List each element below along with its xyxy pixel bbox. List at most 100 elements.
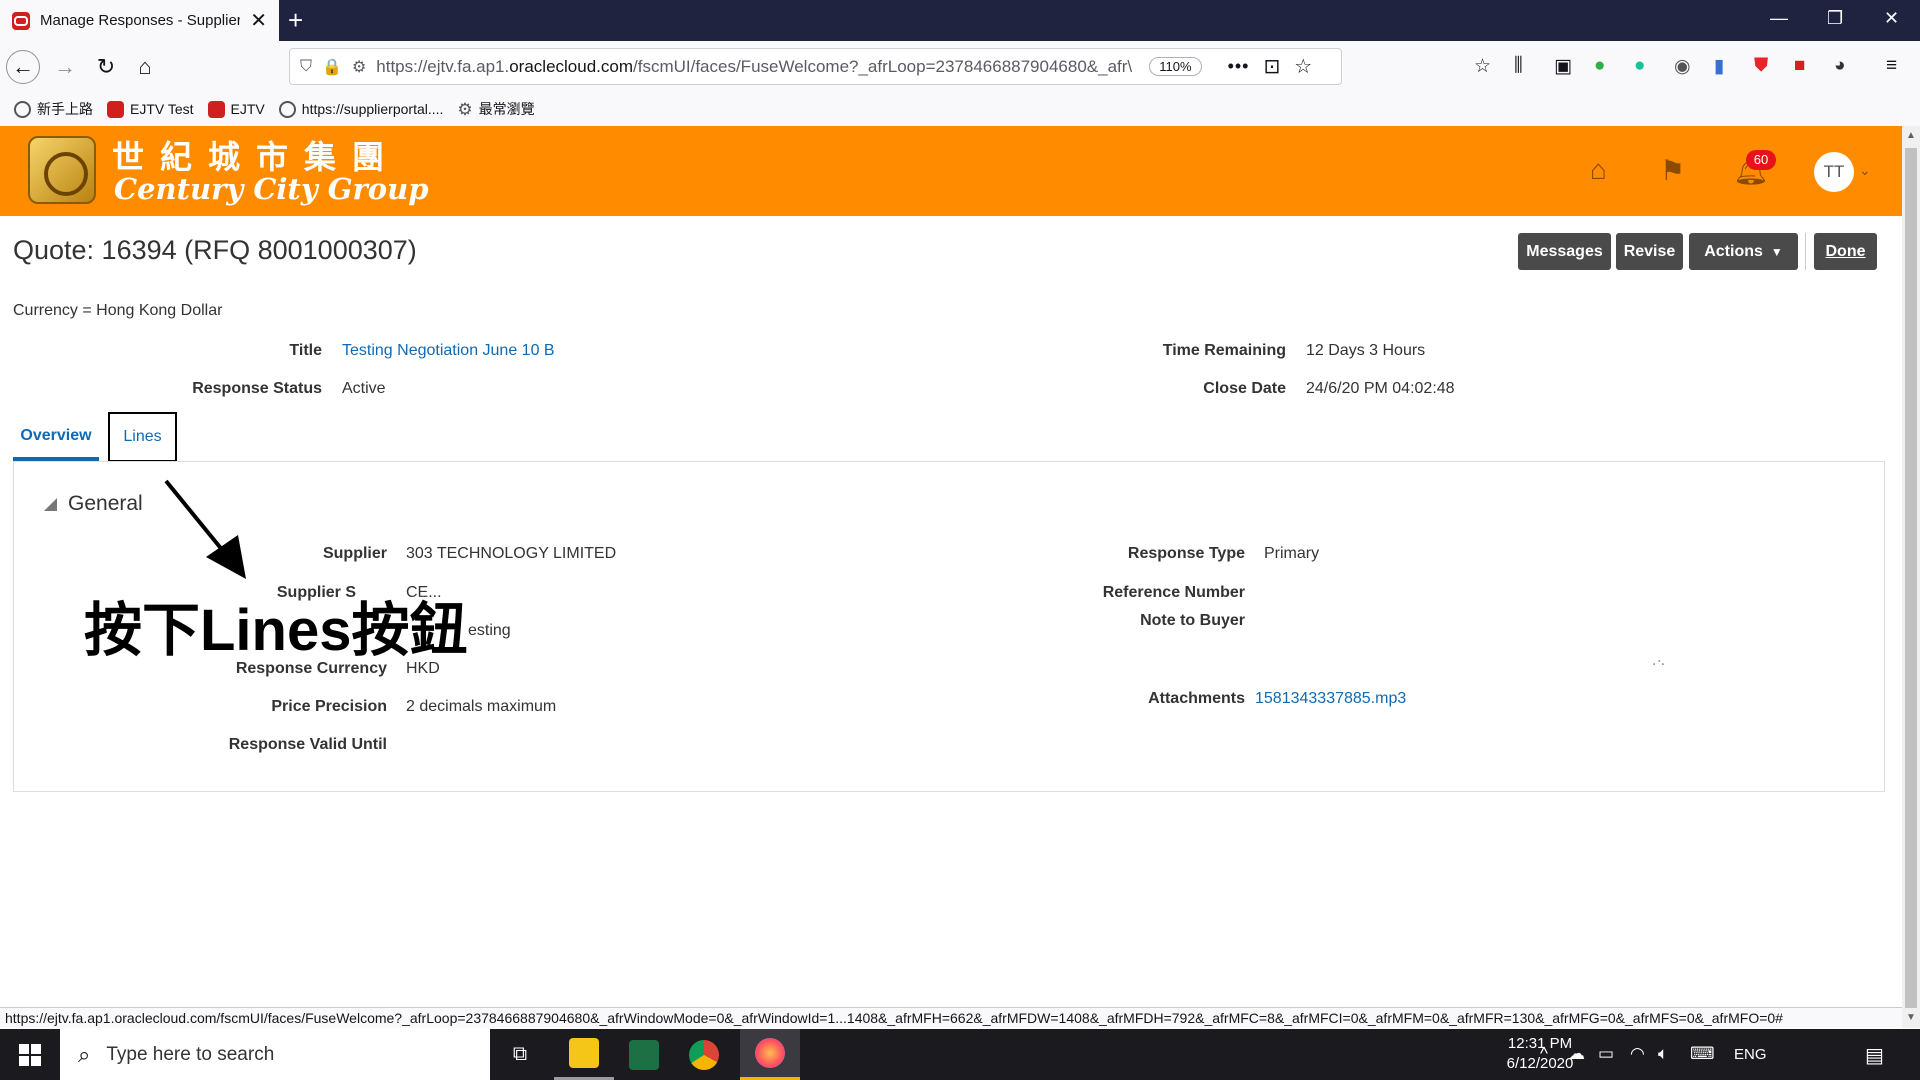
task-view-icon: ⧉: [512, 1043, 528, 1065]
pdf-extension-icon[interactable]: ■: [1794, 55, 1805, 77]
section-title[interactable]: General: [68, 492, 143, 516]
library-icon[interactable]: ⫼: [1514, 55, 1523, 77]
account-icon[interactable]: ◉: [1674, 55, 1691, 78]
annotation-arrow: [164, 479, 246, 579]
title-link[interactable]: Testing Negotiation June 10 B: [342, 342, 555, 360]
wifi-icon[interactable]: ◠: [1630, 1044, 1645, 1064]
bookmark-extension-icon[interactable]: ▮: [1714, 55, 1724, 78]
grammarly-icon[interactable]: ●: [1634, 55, 1645, 77]
firefox-button[interactable]: [740, 1029, 800, 1080]
close-window-icon[interactable]: ✕: [1884, 8, 1899, 29]
tab-overview[interactable]: Overview: [13, 421, 99, 461]
bookmark-item[interactable]: EJTV Test: [107, 100, 194, 118]
browser-nav-bar: ← → ↻ ⌂ ⛉ 🔒 ⚙ https://ejtv.fa.ap1.oracle…: [0, 41, 1920, 92]
price-precision-label: Price Precision: [271, 698, 387, 715]
scroll-up-icon[interactable]: ▲: [1906, 130, 1916, 141]
notification-count-badge: 60: [1746, 150, 1776, 170]
response-status-label: Response Status: [192, 380, 322, 397]
battery-icon[interactable]: ▭: [1598, 1044, 1614, 1064]
collapse-triangle-icon[interactable]: [44, 498, 57, 511]
time-remaining-value: 12 Days 3 Hours: [1306, 342, 1426, 359]
folder-icon: [569, 1038, 599, 1068]
globe-icon: [14, 100, 31, 118]
tab-lines[interactable]: Lines: [108, 412, 177, 462]
search-placeholder: Type here to search: [106, 1043, 275, 1065]
done-button[interactable]: Done: [1814, 233, 1877, 270]
volume-icon[interactable]: 🔈︎: [1658, 1044, 1668, 1064]
oracle-icon: [107, 100, 124, 118]
page-actions-icon[interactable]: •••: [1228, 56, 1250, 77]
divider: [1805, 233, 1806, 270]
clock-time: 12:31 PM: [1507, 1035, 1573, 1052]
close-date-label: Close Date: [1203, 380, 1286, 397]
scroll-down-icon[interactable]: ▼: [1906, 1012, 1916, 1023]
chrome-button[interactable]: [674, 1029, 734, 1080]
pocket-icon[interactable]: ⊡: [1263, 54, 1280, 79]
user-avatar[interactable]: TT: [1814, 152, 1854, 192]
response-valid-until-label: Response Valid Until: [228, 736, 387, 753]
keyboard-icon[interactable]: ⌨: [1690, 1044, 1715, 1064]
revise-button[interactable]: Revise: [1616, 233, 1683, 270]
back-icon[interactable]: ←: [6, 50, 40, 84]
excel-button[interactable]: [614, 1029, 674, 1080]
reading-list-icon[interactable]: ☆: [1474, 55, 1491, 78]
permissions-icon[interactable]: ⚙: [352, 57, 366, 77]
extension-check-icon[interactable]: ●: [1594, 55, 1605, 77]
logo-english-name: Century City Group: [114, 172, 429, 206]
bookmark-item[interactable]: 新手上路: [14, 99, 93, 119]
file-explorer-button[interactable]: [554, 1029, 614, 1080]
url-bar[interactable]: ⛉ 🔒 ⚙ https://ejtv.fa.ap1.oraclecloud.co…: [289, 48, 1342, 85]
bookmark-star-icon[interactable]: ☆: [1294, 54, 1312, 79]
messages-button[interactable]: Messages: [1518, 233, 1611, 270]
response-type-label: Response Type: [1127, 545, 1245, 562]
menu-icon[interactable]: ≡: [1886, 55, 1897, 77]
extension-icon[interactable]: ◕: [1834, 55, 1845, 77]
action-center-icon[interactable]: ▤: [1865, 1043, 1884, 1068]
shield-icon[interactable]: ⛉: [300, 58, 312, 76]
excel-icon: [629, 1039, 659, 1070]
currency-note: Currency = Hong Kong Dollar: [13, 302, 223, 319]
reload-icon[interactable]: ↻: [89, 50, 123, 84]
vertical-scrollbar[interactable]: ▲ ▼: [1902, 126, 1920, 1028]
minimize-icon[interactable]: —: [1770, 8, 1788, 29]
close-tab-icon[interactable]: ✕: [250, 8, 267, 33]
browser-tab[interactable]: Manage Responses - Supplier P ✕: [0, 0, 279, 41]
status-bar-url: https://ejtv.fa.ap1.oraclecloud.com/fscm…: [0, 1007, 1902, 1028]
attachments-label: Attachments: [1148, 690, 1245, 707]
system-clock[interactable]: 12:31 PM 6/12/2020: [1490, 1034, 1590, 1074]
response-type-value: Primary: [1264, 545, 1320, 562]
language-indicator[interactable]: ENG: [1734, 1046, 1767, 1063]
company-logo-icon[interactable]: [28, 136, 96, 204]
new-tab-icon[interactable]: +: [288, 6, 303, 34]
scrollbar-thumb[interactable]: [1905, 148, 1917, 1008]
globe-icon: [278, 100, 296, 118]
home-icon[interactable]: ⌂: [128, 50, 162, 84]
bookmark-item[interactable]: ⚙ 最常瀏覽: [457, 99, 534, 119]
actions-button[interactable]: Actions ▼: [1689, 233, 1798, 270]
time-remaining-label: Time Remaining: [1162, 342, 1286, 359]
start-button[interactable]: [0, 1029, 60, 1080]
favorites-flag-icon[interactable]: ⚑: [1660, 154, 1685, 187]
task-view-button[interactable]: ⧉: [490, 1029, 550, 1080]
url-text[interactable]: https://ejtv.fa.ap1.oraclecloud.com/fscm…: [376, 57, 1141, 77]
home-icon[interactable]: ⌂: [1590, 154, 1607, 186]
lock-icon[interactable]: 🔒: [322, 57, 342, 77]
search-icon: ⌕: [78, 1041, 91, 1067]
restore-icon[interactable]: ❐: [1827, 8, 1843, 29]
resize-handle-icon[interactable]: ⠠⠢: [1648, 655, 1666, 669]
price-precision-value: 2 decimals maximum: [406, 698, 557, 715]
zoom-level[interactable]: 110%: [1149, 57, 1202, 76]
attachment-link[interactable]: 1581343337885.mp3: [1255, 690, 1406, 708]
shield-extension-icon[interactable]: ⛊: [1754, 55, 1768, 77]
forward-icon[interactable]: →: [48, 50, 82, 84]
supplier-value: 303 TECHNOLOGY LIMITED: [406, 545, 617, 562]
taskbar-search[interactable]: ⌕ Type here to search: [60, 1029, 490, 1080]
bookmark-item[interactable]: https://supplierportal....: [278, 100, 443, 118]
bookmarks-toolbar: 新手上路 EJTV Test EJTV https://supplierport…: [0, 92, 1920, 126]
bookmark-item[interactable]: EJTV: [207, 100, 265, 118]
app-header: 世紀城市集團 Century City Group ⌂ ⚑ 🔔︎: [0, 126, 1902, 216]
note-to-buyer-label: Note to Buyer: [1140, 612, 1245, 629]
chevron-down-icon[interactable]: ⌄: [1859, 162, 1871, 179]
windows-taskbar: ⌕ Type here to search ⧉ ^ ☁ ▭ ◠ 🔈︎ ⌨ ENG…: [0, 1029, 1920, 1080]
sidebar-icon[interactable]: ▣: [1554, 55, 1572, 78]
